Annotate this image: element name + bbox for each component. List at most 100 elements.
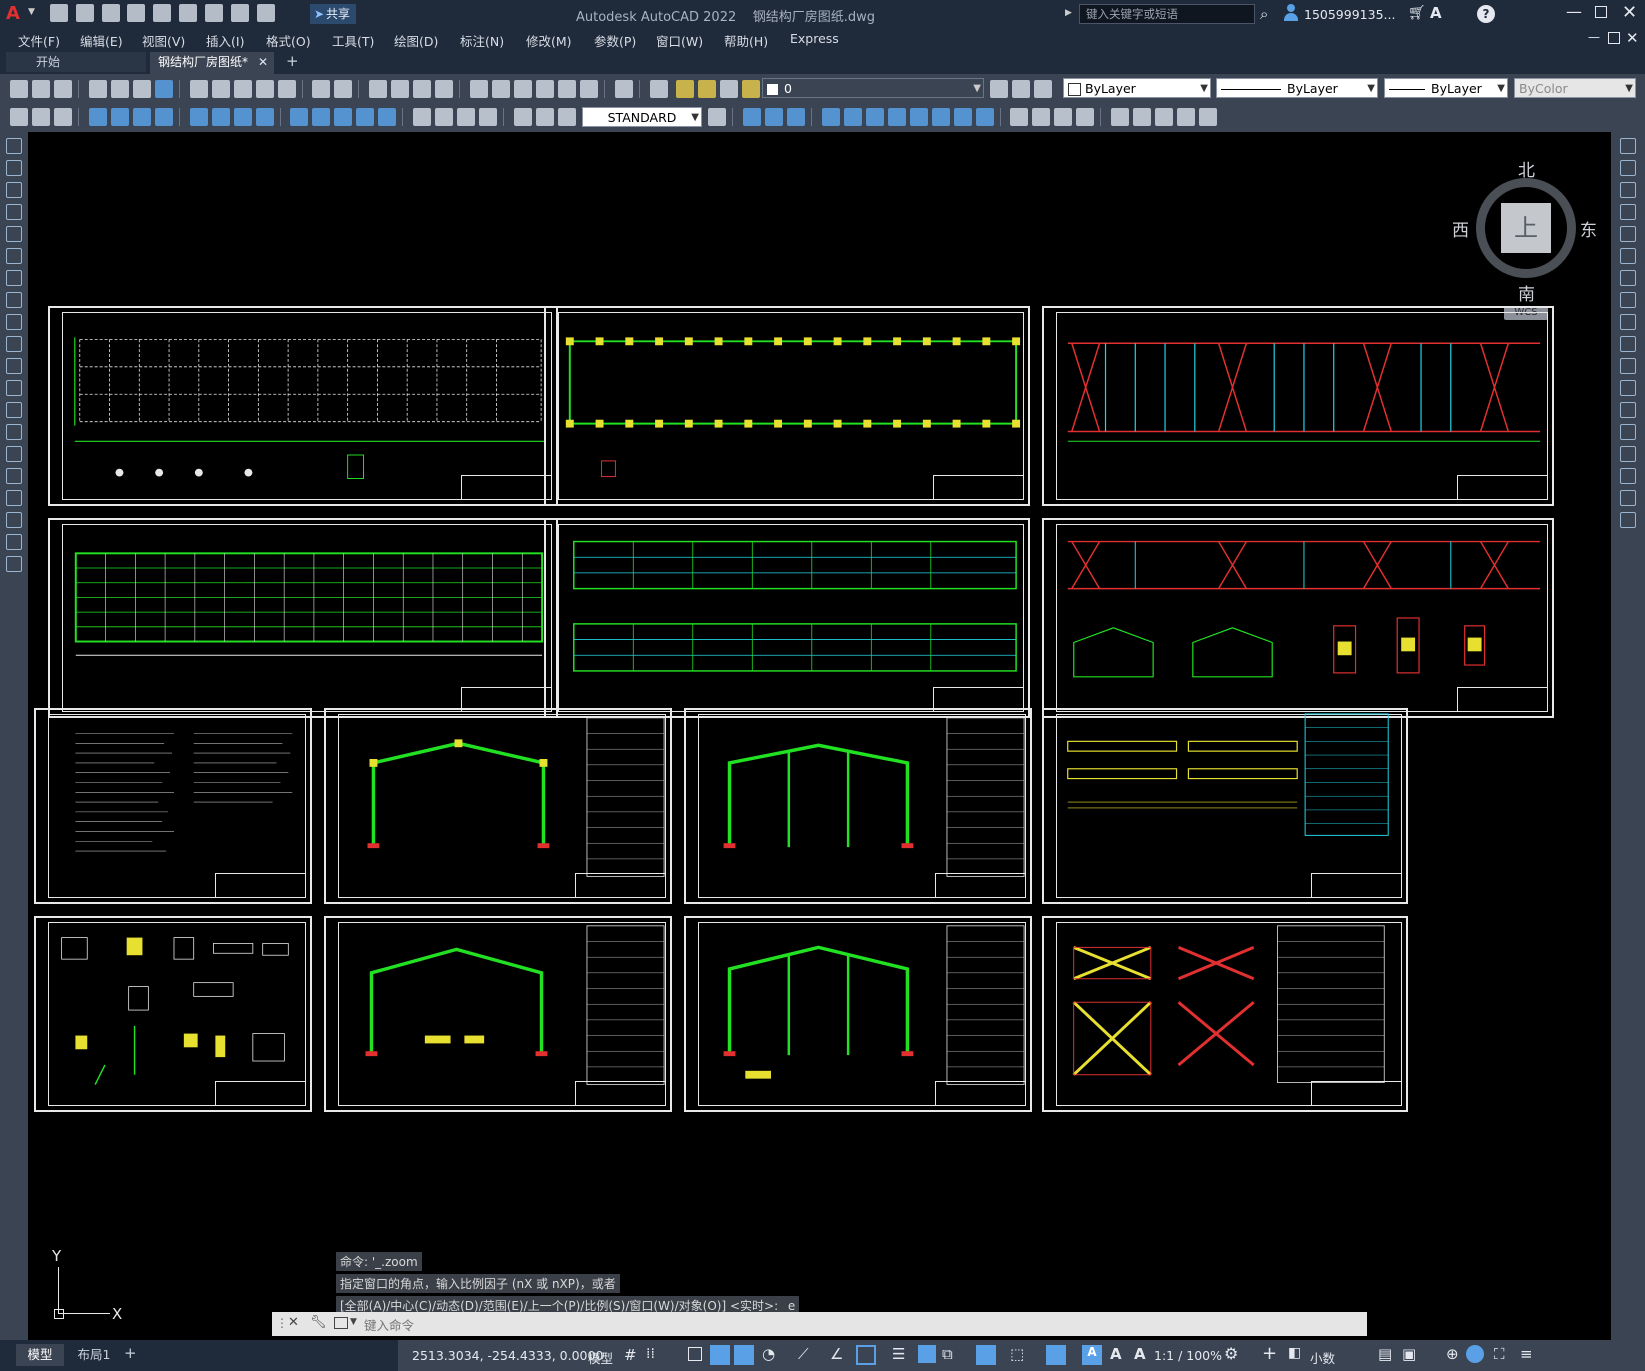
- table-icon[interactable]: [6, 512, 22, 528]
- ellipse-arc-icon[interactable]: [6, 358, 22, 374]
- rotate-v-icon[interactable]: [1620, 270, 1636, 286]
- layer-lock-icon[interactable]: [741, 80, 760, 98]
- coordinates-readout[interactable]: 2513.3034, -254.4333, 0.0000: [412, 1348, 603, 1363]
- close-tab-icon[interactable]: ✕: [258, 52, 268, 72]
- doc-close-button[interactable]: ✕: [1626, 29, 1639, 47]
- object-snap-tracking-icon[interactable]: ∠: [830, 1345, 843, 1363]
- annotation-scale[interactable]: 1:1 / 100%: [1154, 1348, 1222, 1363]
- gradient-icon[interactable]: [6, 468, 22, 484]
- drawing-sheet-frame-gj3[interactable]: [324, 916, 672, 1112]
- redo-icon[interactable]: [256, 4, 275, 22]
- dim-angular-icon[interactable]: [255, 108, 274, 126]
- stretch-icon[interactable]: [909, 108, 928, 126]
- menu-modify[interactable]: 修改(M): [526, 31, 572, 50]
- drawing-sheet-anchor-plan[interactable]: [544, 306, 1030, 506]
- scale-v-icon[interactable]: [1620, 292, 1636, 308]
- command-input[interactable]: [362, 1315, 1346, 1335]
- annotation-visibility-icon[interactable]: A: [1082, 1345, 1102, 1365]
- menu-window[interactable]: 窗口(W): [656, 31, 703, 50]
- lock-ui-icon[interactable]: ⊕: [1446, 1345, 1459, 1363]
- erase-icon[interactable]: [1620, 138, 1636, 154]
- autocad-logo[interactable]: A: [6, 3, 28, 25]
- layer-states-icon[interactable]: [1034, 80, 1052, 98]
- stretch-v-icon[interactable]: [1620, 314, 1636, 330]
- tab-start[interactable]: 开始: [6, 52, 146, 72]
- menu-draw[interactable]: 绘图(D): [394, 31, 438, 50]
- undo-tb-icon[interactable]: [312, 80, 331, 98]
- new-file-icon[interactable]: [50, 4, 68, 22]
- hatch-icon[interactable]: [6, 446, 22, 462]
- hatch-back-icon[interactable]: [1199, 108, 1218, 126]
- dimtedit-icon[interactable]: [536, 108, 555, 126]
- help-tb-icon[interactable]: [614, 80, 633, 98]
- layer-thaw-icon[interactable]: [697, 80, 716, 98]
- join-icon[interactable]: [1010, 108, 1029, 126]
- tolerance-icon[interactable]: [413, 108, 432, 126]
- drawing-sheet-wall-elevations[interactable]: [544, 518, 1030, 718]
- dim-linear-icon[interactable]: [88, 108, 107, 126]
- menu-help[interactable]: 帮助(H): [724, 31, 768, 50]
- menu-insert[interactable]: 插入(I): [206, 31, 244, 50]
- zoom-realtime-icon[interactable]: [391, 80, 410, 98]
- model-space-button[interactable]: 模型: [588, 1348, 613, 1367]
- 3d-osnap-icon[interactable]: [976, 1345, 996, 1365]
- menu-edit[interactable]: 编辑(E): [80, 31, 123, 50]
- break-point-icon[interactable]: [1620, 380, 1636, 396]
- help-icon[interactable]: ?: [1477, 5, 1495, 23]
- polygon-icon[interactable]: [6, 204, 22, 220]
- inspect-icon[interactable]: [457, 108, 476, 126]
- open-file-icon[interactable]: [75, 4, 94, 22]
- region-icon[interactable]: [6, 490, 22, 506]
- user-icon[interactable]: [1283, 4, 1299, 22]
- model-space-canvas[interactable]: 上 北 南 东 西 WCS Y X: [28, 132, 1611, 1340]
- polar-tracking-icon[interactable]: ◔: [762, 1345, 775, 1363]
- jogged-linear-icon[interactable]: [479, 108, 498, 126]
- search-input[interactable]: 键入关键字或短语: [1079, 4, 1255, 24]
- cut-icon[interactable]: [189, 80, 208, 98]
- send-back-icon[interactable]: [1155, 108, 1174, 126]
- insert-block-icon[interactable]: [6, 380, 22, 396]
- dim-override-icon[interactable]: [708, 108, 726, 126]
- drawing-sheet-foundation-plan[interactable]: [48, 306, 558, 506]
- minimize-button[interactable]: —: [1566, 2, 1582, 21]
- viewcube-south[interactable]: 南: [1518, 280, 1535, 305]
- dim-jogged-icon[interactable]: [211, 108, 230, 126]
- chevron-down-icon[interactable]: ▼: [350, 1317, 357, 1327]
- clean-screen-icon[interactable]: ⛶: [1494, 1345, 1505, 1363]
- cart-icon[interactable]: 🛒︎: [1408, 5, 1426, 21]
- user-name[interactable]: 1505999135...: [1304, 7, 1395, 22]
- mirror-v-icon[interactable]: [1620, 182, 1636, 198]
- drawing-sheet-gable-elevations[interactable]: [1042, 518, 1554, 718]
- customize-command-icon[interactable]: 🔧︎: [310, 1315, 327, 1330]
- scale-icon[interactable]: [887, 108, 906, 126]
- maximize-button[interactable]: [1595, 6, 1607, 18]
- paste-icon[interactable]: [233, 80, 252, 98]
- doc-minimize-button[interactable]: —: [1588, 30, 1600, 44]
- trim-v-icon[interactable]: [1620, 336, 1636, 352]
- menu-format[interactable]: 格式(O): [266, 31, 311, 50]
- drawing-sheet-design-notes[interactable]: [34, 708, 312, 904]
- rectangle-icon[interactable]: [6, 226, 22, 242]
- menu-express[interactable]: Express: [790, 31, 839, 46]
- tab-drawing[interactable]: 钢结构厂房图纸* ✕: [150, 52, 274, 74]
- extend-icon[interactable]: [953, 108, 972, 126]
- center-mark-icon[interactable]: [435, 108, 454, 126]
- doc-restore-button[interactable]: [1608, 32, 1620, 44]
- close-command-icon[interactable]: ✕: [288, 1315, 299, 1330]
- menu-view[interactable]: 视图(V): [142, 31, 185, 50]
- point-icon[interactable]: [6, 424, 22, 440]
- plot-tb-icon[interactable]: [88, 80, 107, 98]
- drawing-sheet-brace-details[interactable]: [1042, 916, 1408, 1112]
- make-block-icon[interactable]: [6, 402, 22, 418]
- add-layout-button[interactable]: +: [124, 1344, 137, 1362]
- text-style-dropdown[interactable]: STANDARD ▼: [582, 107, 702, 127]
- mleaderstyle-icon[interactable]: [54, 108, 72, 126]
- menu-file[interactable]: 文件(F): [18, 31, 60, 50]
- annotation-scale-icon[interactable]: A: [1134, 1345, 1146, 1363]
- ortho-icon[interactable]: [734, 1345, 754, 1365]
- dynamic-ucs-icon[interactable]: ⬚: [1010, 1345, 1024, 1363]
- layer-properties-icon[interactable]: [649, 80, 668, 98]
- autodesk-app-icon[interactable]: A: [1430, 4, 1442, 22]
- menu-dimension[interactable]: 标注(N): [460, 31, 504, 50]
- circle-icon[interactable]: [6, 270, 22, 286]
